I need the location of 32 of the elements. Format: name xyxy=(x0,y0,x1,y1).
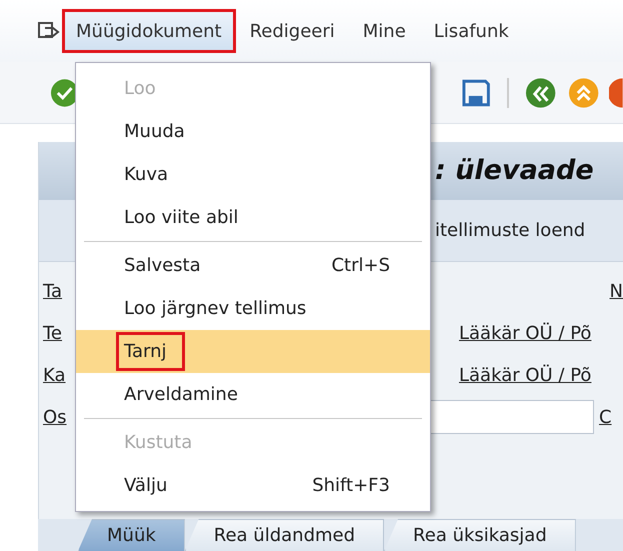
field-label: Os xyxy=(43,406,68,430)
field-label: Ta xyxy=(43,280,64,304)
menu-entry[interactable]: Tarnj xyxy=(76,330,430,373)
menu-item[interactable]: Lisafunk xyxy=(420,9,523,53)
tab[interactable]: Müük xyxy=(78,519,185,551)
save-icon[interactable] xyxy=(461,78,491,108)
up-icon[interactable] xyxy=(568,76,600,108)
screen-title: : ülevaade xyxy=(435,154,594,188)
menu-entry[interactable]: Kuva xyxy=(76,153,430,196)
highlight-frame: Tarnj xyxy=(116,332,185,371)
tab[interactable]: Rea üldandmed xyxy=(184,519,384,551)
field-label: C xyxy=(599,406,612,430)
partner-link[interactable]: Lääkär OÜ / Põ xyxy=(459,320,592,346)
partner-link[interactable]: Lääkär OÜ / Põ xyxy=(459,362,592,388)
back-icon[interactable] xyxy=(524,76,556,108)
menu-item[interactable]: Müügidokument xyxy=(62,9,236,53)
menu-entry[interactable]: Loo viite abil xyxy=(76,196,430,239)
menu-entry[interactable]: Muuda xyxy=(76,110,430,153)
menu-entry[interactable]: Loo järgnev tellimus xyxy=(76,287,430,330)
field-label: Te xyxy=(43,322,64,346)
field-label: Ka xyxy=(43,364,67,388)
menu-icon[interactable] xyxy=(38,21,60,41)
order-list-button[interactable]: itellimuste loend xyxy=(435,217,586,244)
shortcut-text: Ctrl+S xyxy=(331,254,390,278)
menu-item[interactable]: Redigeeri xyxy=(236,9,349,53)
menu-entry[interactable]: Arveldamine xyxy=(76,373,430,416)
menu-item[interactable]: Mine xyxy=(348,9,420,53)
menu-entry[interactable]: Välju Shift+F3 xyxy=(76,464,430,507)
menu-entry[interactable]: Salvesta Ctrl+S xyxy=(76,244,430,287)
tab[interactable]: Rea üksikasjad xyxy=(384,519,576,551)
shortcut-text: Shift+F3 xyxy=(312,474,390,498)
field-label: N xyxy=(610,280,623,304)
